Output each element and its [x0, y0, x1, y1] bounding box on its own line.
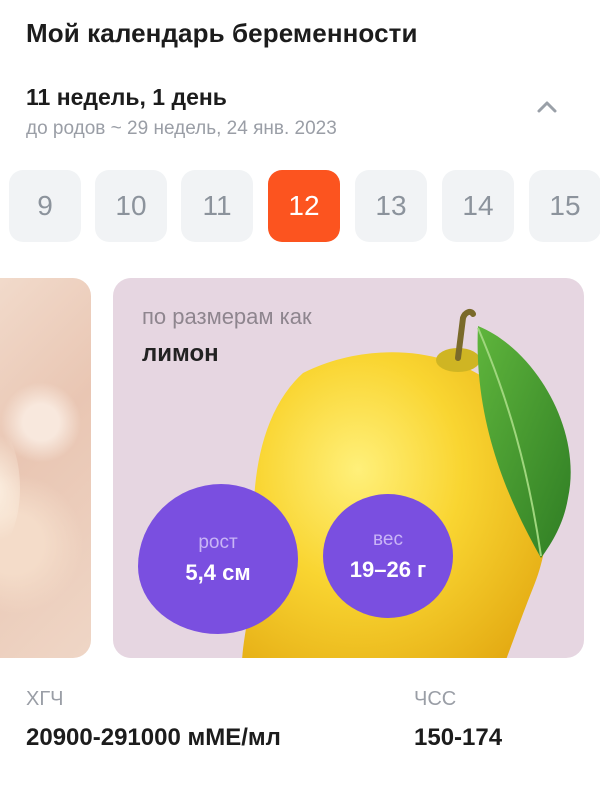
due-date-info: до родов ~ 29 недель, 24 янв. 2023: [26, 118, 337, 139]
page-title: Мой календарь беременности: [26, 18, 418, 48]
week-10[interactable]: 10: [95, 170, 167, 242]
weight-badge: вес 19–26 г: [323, 494, 453, 618]
hcg-label: ХГЧ: [26, 688, 64, 710]
week-14[interactable]: 14: [442, 170, 514, 242]
fruit-size-card[interactable]: по размерам как лимон рост 5,4 см вес 19…: [113, 278, 584, 658]
collapse-button[interactable]: [530, 90, 564, 124]
size-comparison-label: по размерам как: [142, 304, 312, 329]
weight-value: 19–26 г: [349, 557, 427, 582]
embryo-image: [0, 418, 20, 558]
weight-label: вес: [373, 529, 403, 550]
height-label: рост: [198, 532, 238, 553]
heart-rate-value: 150-174: [414, 724, 503, 751]
week-11[interactable]: 11: [181, 170, 253, 242]
week-9[interactable]: 9: [9, 170, 81, 242]
heart-rate-label: ЧСС: [414, 688, 457, 710]
previous-week-card[interactable]: [0, 278, 91, 658]
week-12-selected[interactable]: 12: [268, 170, 340, 242]
pregnancy-progress: 11 недель, 1 день: [26, 84, 227, 110]
fruit-name: лимон: [142, 340, 219, 367]
hcg-value: 20900-291000 мМЕ/мл: [26, 724, 281, 751]
chevron-up-icon: [537, 101, 557, 113]
week-15[interactable]: 15: [529, 170, 600, 242]
week-13[interactable]: 13: [355, 170, 427, 242]
week-selector: 9 10 11 12 13 14 15: [0, 170, 600, 242]
height-value: 5,4 см: [185, 560, 251, 585]
